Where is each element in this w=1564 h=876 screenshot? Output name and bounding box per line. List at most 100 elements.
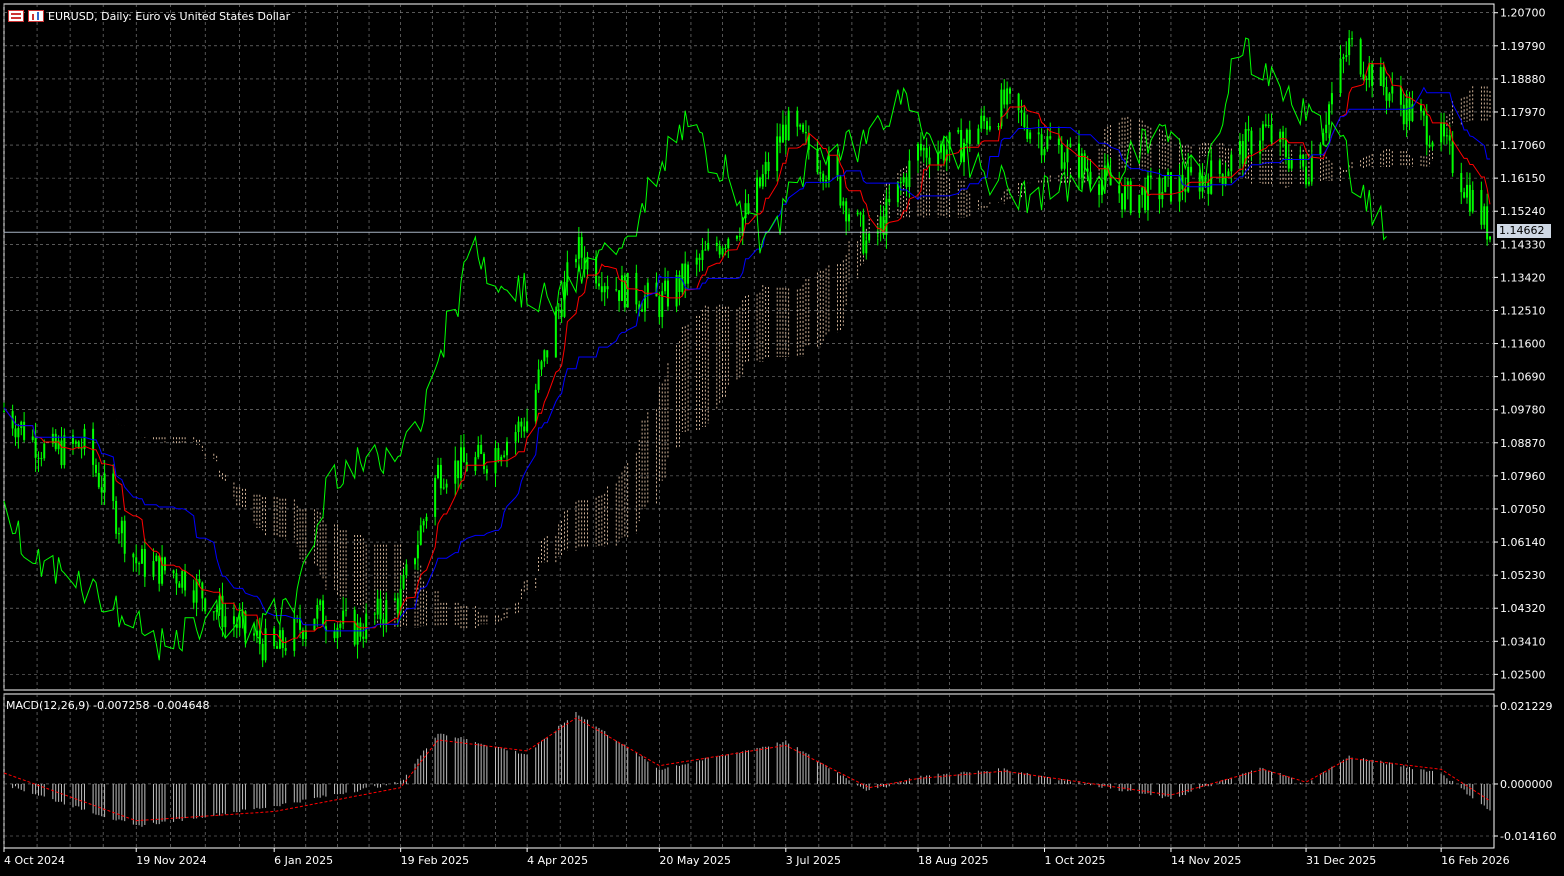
candle-body	[281, 630, 284, 649]
chart-bars-icon[interactable]	[28, 10, 44, 22]
candle-body	[77, 441, 80, 449]
candle-body	[1448, 135, 1451, 141]
candle-body	[1382, 67, 1385, 87]
candle-body	[1362, 74, 1365, 79]
chart-window-icon[interactable]	[8, 10, 24, 22]
candle-body	[175, 573, 178, 584]
candle-body	[94, 464, 97, 473]
candle-body	[204, 598, 207, 612]
x-tick-label: 20 May 2025	[659, 854, 731, 867]
candle-body	[687, 264, 690, 284]
candle-body	[224, 616, 227, 628]
candle-body	[3, 410, 5, 412]
candle-body	[1063, 162, 1066, 169]
x-tick-label: 4 Apr 2025	[527, 854, 588, 867]
candle-body	[1371, 63, 1374, 86]
candle-body	[353, 609, 356, 645]
candle-body	[1158, 177, 1161, 200]
candle-body	[1267, 124, 1270, 127]
candle-body	[293, 617, 296, 651]
candle-body	[546, 350, 549, 358]
candle-body	[727, 238, 730, 249]
candle-body	[284, 648, 287, 651]
candle-body	[40, 458, 43, 460]
y-tick-label: 1.14330	[1500, 238, 1546, 251]
candle-body	[439, 464, 442, 489]
candle-body	[163, 557, 166, 571]
candle-body	[1270, 124, 1273, 143]
x-tick-label: 14 Nov 2025	[1171, 854, 1241, 867]
candle-body	[997, 126, 1000, 128]
candle-body	[1402, 104, 1405, 125]
candle-body	[724, 248, 727, 250]
candle-body	[917, 143, 920, 161]
candle-body	[1345, 55, 1348, 57]
candle-body	[422, 521, 425, 526]
candle-body	[526, 421, 529, 432]
y-tick-label: 1.10690	[1500, 371, 1546, 384]
candle-body	[120, 520, 123, 534]
candle-body	[988, 126, 991, 130]
candle-body	[761, 174, 764, 187]
candle-body	[155, 555, 158, 561]
candle-body	[1043, 149, 1046, 156]
x-tick-label: 3 Jul 2025	[786, 854, 841, 867]
candle-body	[143, 548, 146, 577]
y-tick-label: 1.17970	[1500, 106, 1546, 119]
candle-body	[505, 441, 508, 456]
candle-body	[345, 609, 348, 611]
candle-body	[684, 263, 687, 284]
candle-body	[1003, 89, 1006, 105]
candle-body	[865, 240, 868, 254]
chart-canvas[interactable]: 1.20700 1.19790 1.18880 1.17970 1.17060 1.161…	[0, 0, 1564, 872]
candle-body	[414, 558, 417, 565]
kijun-line	[3, 86, 1490, 632]
candle-body	[721, 248, 724, 255]
candle-body	[848, 214, 851, 222]
candle-body	[362, 636, 365, 639]
candle-body	[827, 154, 830, 180]
candle-body	[1250, 130, 1253, 154]
y-tick-label: 1.03410	[1500, 635, 1546, 648]
candle-body	[1302, 154, 1305, 167]
candle-body	[20, 421, 23, 428]
candle-body	[1330, 93, 1333, 105]
candle-body	[658, 296, 661, 318]
y-tick-label: 1.02500	[1500, 668, 1546, 681]
candle-body	[1359, 39, 1362, 75]
candle-body	[1307, 181, 1310, 185]
candle-body	[928, 157, 931, 165]
candle-body	[580, 237, 583, 258]
candle-body	[393, 598, 396, 601]
candle-body	[425, 516, 428, 522]
candle-body	[968, 129, 971, 144]
candle-body	[1425, 115, 1428, 145]
candle-body	[695, 257, 698, 265]
main-pane-frame	[3, 3, 1495, 691]
candle-body	[1422, 110, 1425, 116]
chikou-line	[3, 37, 1387, 661]
y-tick-label: 1.09780	[1500, 404, 1546, 417]
candle-body	[1299, 154, 1302, 159]
x-tick-label: 19 Nov 2024	[136, 854, 206, 867]
y-tick-label: 1.12510	[1500, 304, 1546, 317]
candle-body	[1149, 175, 1152, 178]
candle-body	[681, 263, 684, 292]
x-tick-label: 19 Feb 2025	[401, 854, 469, 867]
candle-body	[606, 286, 609, 290]
candle-body	[1037, 132, 1040, 135]
candle-body	[738, 236, 741, 238]
candle-body	[477, 444, 480, 458]
candle-body	[595, 256, 598, 284]
candle-body	[888, 198, 891, 203]
candle-body	[577, 237, 580, 259]
candle-body	[1046, 136, 1049, 150]
candle-body	[1060, 144, 1063, 169]
x-tick-label: 6 Jan 2025	[274, 854, 333, 867]
candle-body	[767, 161, 770, 171]
candle-body	[603, 286, 606, 293]
candle-body	[1017, 93, 1020, 111]
y-tick-label: 1.16150	[1500, 172, 1546, 185]
y-tick-label: 1.18880	[1500, 73, 1546, 86]
candle-body	[707, 242, 710, 250]
